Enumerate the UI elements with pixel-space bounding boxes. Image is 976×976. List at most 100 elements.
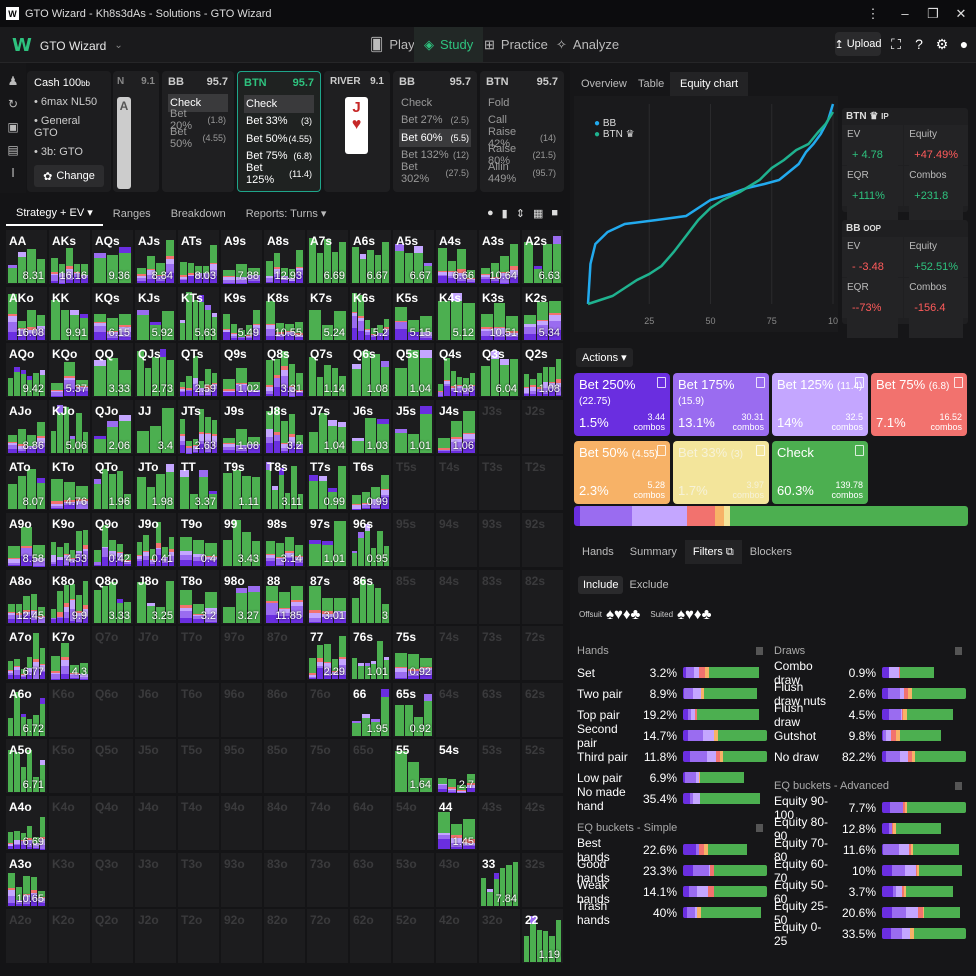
hand-cell-a3o[interactable]: A3o 10.65 [6, 852, 47, 907]
tab-summary[interactable]: Summary [622, 540, 685, 564]
hand-cell-k8s[interactable]: K8s 10.55 [264, 286, 305, 341]
hand-cell-jts[interactable]: JTs 2.63 [178, 399, 219, 454]
tab-equity-chart[interactable]: Equity chart [670, 72, 749, 96]
option-check[interactable]: Check [399, 94, 471, 112]
action-card-btn-river[interactable]: BTN 95.7 Fold Call Raise 42% (14) Raise 80… [480, 71, 564, 192]
hand-cell-54o[interactable]: 54o [393, 796, 434, 850]
hand-cell-33[interactable]: 33 7.84 [479, 852, 520, 907]
offsuit-suits-icon[interactable]: ♠♥♦♣ [606, 606, 640, 623]
filter-row[interactable]: Two pair 8.9% [577, 683, 767, 704]
close-button[interactable]: ✕ [946, 0, 976, 27]
compare-icon[interactable]: ⇕ [516, 207, 525, 220]
action-button-bet-175-[interactable]: Bet 175% (15.9) 13.1% 30.31 combos [673, 373, 769, 436]
hand-cell-j4s[interactable]: J4s 1.06 [436, 399, 477, 454]
hand-cell-53o[interactable]: 53o [393, 852, 434, 907]
option-check[interactable]: Check [244, 95, 314, 113]
hand-cell-t4o[interactable]: T4o [178, 796, 219, 850]
hand-cell-aqs[interactable]: AQs 9.36 [92, 230, 133, 284]
hand-cell-a4o[interactable]: A4o 6.69 [6, 796, 47, 850]
flop-card-column[interactable]: N 9.1 A [113, 71, 159, 192]
hand-cell-82s[interactable]: 82s [522, 569, 563, 624]
hand-cell-a8o[interactable]: A8o 12.45 [6, 569, 47, 624]
hand-cell-kk[interactable]: KK 9.91 [49, 286, 90, 341]
hand-cell-85s[interactable]: 85s [393, 569, 434, 624]
text-icon[interactable]: Ⅰ [0, 161, 26, 184]
hand-cell-76s[interactable]: 76s 1.01 [350, 626, 391, 681]
hand-cell-q6s[interactable]: Q6s 1.08 [350, 343, 391, 398]
action-button-bet-125-[interactable]: Bet 125% (11.4) 14% 32.5 combos [772, 373, 868, 436]
lock-icon[interactable]: ▮ [502, 207, 508, 220]
nav-tab-analyze[interactable]: ✧ Analyze [546, 27, 629, 62]
hand-cell-qjo[interactable]: QJo 2.06 [92, 399, 133, 454]
hand-cell-k2o[interactable]: K2o [49, 909, 90, 964]
filter-row[interactable]: Flush draw 4.5% [774, 701, 966, 729]
filter-row[interactable]: No draw 82.2% [774, 746, 966, 767]
hand-cell-t6o[interactable]: T6o [178, 682, 219, 737]
hand-cell-j8s[interactable]: J8s 3.2 [264, 399, 305, 454]
hand-cell-ats[interactable]: ATs 8.03 [178, 230, 219, 284]
tab-hands[interactable]: Hands [574, 540, 622, 564]
hand-cell-tt[interactable]: TT 3.37 [178, 456, 219, 511]
hand-cell-95o[interactable]: 95o [221, 739, 262, 794]
hand-cell-j9o[interactable]: J9o 0.41 [135, 513, 176, 567]
details-icon[interactable] [657, 445, 666, 456]
hand-cell-96s[interactable]: 96s 0.95 [350, 513, 391, 567]
river-card-column[interactable]: RIVER 9.1 J ♥ [324, 71, 390, 192]
account-icon[interactable]: ● [954, 34, 974, 54]
hand-cell-66[interactable]: 66 1.95 [350, 682, 391, 737]
hand-cell-t3o[interactable]: T3o [178, 852, 219, 907]
drop-icon[interactable]: ● [487, 207, 494, 220]
hand-cell-52o[interactable]: 52o [393, 909, 434, 964]
save-icon[interactable]: ▣ [0, 115, 26, 138]
hand-cell-t8o[interactable]: T8o 3.2 [178, 569, 219, 624]
hand-cell-96o[interactable]: 96o [221, 682, 262, 737]
hand-cell-k4o[interactable]: K4o [49, 796, 90, 850]
hand-cell-kqo[interactable]: KQo 5.37 [49, 343, 90, 398]
hand-cell-k7s[interactable]: K7s 5.24 [307, 286, 348, 341]
tab-overview[interactable]: Overview [571, 72, 637, 96]
hand-cell-82o[interactable]: 82o [264, 909, 305, 964]
hand-cell-93s[interactable]: 93s [479, 513, 520, 567]
hand-cell-j5s[interactable]: J5s 1.01 [393, 399, 434, 454]
hand-cell-t7s[interactable]: T7s 0.99 [307, 456, 348, 511]
hand-cell-63s[interactable]: 63s [479, 682, 520, 737]
hand-cell-74s[interactable]: 74s [436, 626, 477, 681]
hand-cell-53s[interactable]: 53s [479, 739, 520, 794]
hand-cell-86o[interactable]: 86o [264, 682, 305, 737]
hand-cell-j6s[interactable]: J6s 1.03 [350, 399, 391, 454]
tab-ranges[interactable]: Ranges [103, 201, 161, 226]
action-button-bet-75-[interactable]: Bet 75% (6.8) 7.1% 16.52 combos [871, 373, 967, 436]
maximize-button[interactable]: ❐ [918, 0, 948, 27]
hand-cell-75s[interactable]: 75s 0.92 [393, 626, 434, 681]
filter-row[interactable]: No made hand 35.4% [577, 785, 767, 813]
tab-breakdown[interactable]: Breakdown [161, 201, 236, 226]
hand-cell-k5o[interactable]: K5o [49, 739, 90, 794]
hand-cell-99[interactable]: 99 3.43 [221, 513, 262, 567]
hand-cell-a3s[interactable]: A3s 10.64 [479, 230, 520, 284]
hand-cell-kqs[interactable]: KQs 6.15 [92, 286, 133, 341]
hand-cell-aa[interactable]: AA 8.31 [6, 230, 47, 284]
filter-row[interactable]: Set 3.2% [577, 662, 767, 683]
hand-cell-q7o[interactable]: Q7o [92, 626, 133, 681]
hand-cell-83s[interactable]: 83s [479, 569, 520, 624]
filter-row[interactable]: Third pair 11.8% [577, 746, 767, 767]
hand-cell-k2s[interactable]: K2s 5.34 [522, 286, 563, 341]
hand-cell-j3o[interactable]: J3o [135, 852, 176, 907]
hand-cell-52s[interactable]: 52s [522, 739, 563, 794]
tab-reports-turns[interactable]: Reports: Turns ▾ [236, 201, 337, 226]
hand-cell-t8s[interactable]: T8s 3.11 [264, 456, 305, 511]
hand-cell-65s[interactable]: 65s 0.92 [393, 682, 434, 737]
square-icon[interactable]: ■ [551, 207, 558, 220]
details-icon[interactable] [756, 377, 765, 388]
tab-table[interactable]: Table [628, 72, 674, 96]
hand-cell-qjs[interactable]: QJs 2.73 [135, 343, 176, 398]
hand-cell-62s[interactable]: 62s [522, 682, 563, 737]
hand-cell-42s[interactable]: 42s [522, 796, 563, 850]
hand-cell-65o[interactable]: 65o [350, 739, 391, 794]
hand-cell-k8o[interactable]: K8o 9.9 [49, 569, 90, 624]
hand-cell-a5o[interactable]: A5o 6.71 [6, 739, 47, 794]
hand-cell-a6o[interactable]: A6o 6.72 [6, 682, 47, 737]
hand-cell-95s[interactable]: 95s [393, 513, 434, 567]
hand-cell-j7s[interactable]: J7s 1.04 [307, 399, 348, 454]
details-icon[interactable] [657, 377, 666, 388]
